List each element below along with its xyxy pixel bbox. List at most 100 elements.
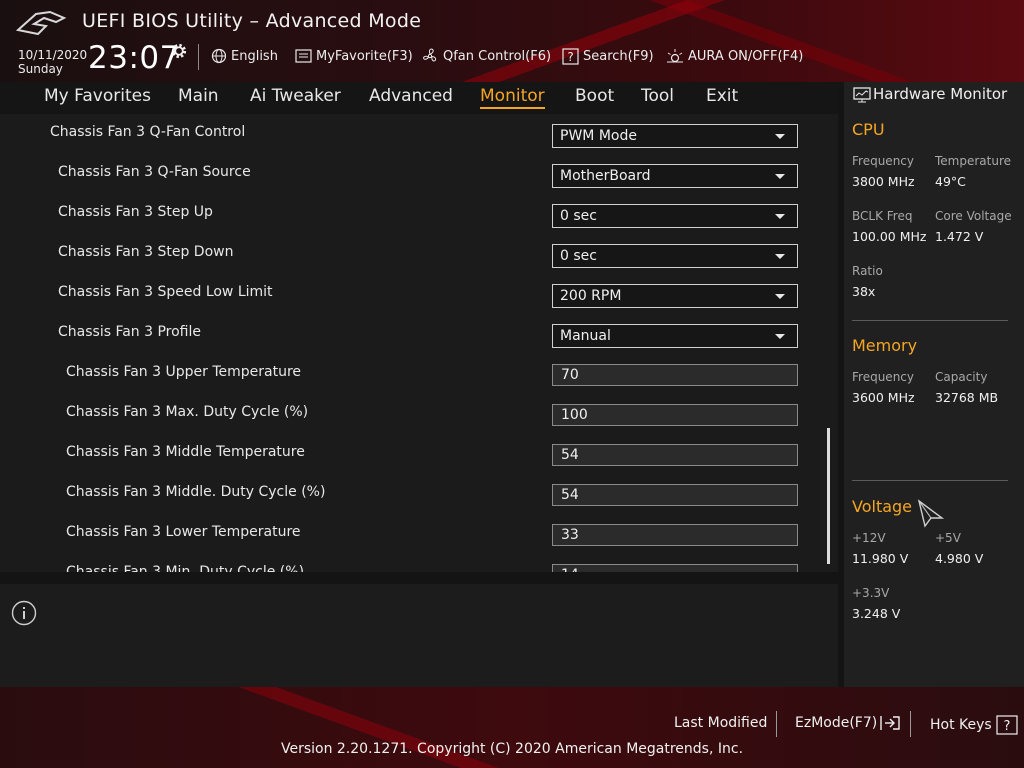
ezmode-label: EzMode(F7) bbox=[795, 715, 878, 731]
step-down-select[interactable]: 0 sec bbox=[552, 244, 798, 268]
setting-label: Chassis Fan 3 Q-Fan Source bbox=[58, 164, 251, 180]
speed-low-limit-select[interactable]: 200 RPM bbox=[552, 284, 798, 308]
select-value: Manual bbox=[560, 328, 611, 344]
select-value: PWM Mode bbox=[560, 128, 637, 144]
qfan-control-button[interactable]: Qfan Control(F6) bbox=[421, 46, 551, 66]
tab-monitor[interactable]: Monitor bbox=[480, 86, 545, 109]
v12-value: 11.980 V bbox=[852, 551, 909, 566]
cpu-frequency-value: 3800 MHz bbox=[852, 174, 915, 189]
fan-icon bbox=[423, 48, 437, 62]
hardware-monitor-panel: Hardware Monitor CPU Frequency 3800 MHz … bbox=[844, 82, 1024, 687]
mouse-cursor-icon bbox=[917, 499, 945, 528]
settings-scrollbar[interactable] bbox=[827, 428, 830, 564]
hot-keys-button[interactable]: Hot Keys ? bbox=[930, 715, 1018, 735]
middle-temperature-input[interactable]: 54 bbox=[552, 444, 798, 466]
setting-label: Chassis Fan 3 Lower Temperature bbox=[66, 524, 301, 540]
search-button[interactable]: ? Search(F9) bbox=[562, 46, 654, 66]
v5-label: +5V bbox=[935, 531, 961, 545]
tab-tool[interactable]: Tool bbox=[641, 86, 674, 106]
select-value: 0 sec bbox=[560, 208, 597, 224]
setting-row[interactable]: Chassis Fan 3 Upper Temperature 70 bbox=[0, 354, 838, 394]
setting-label: Chassis Fan 3 Speed Low Limit bbox=[58, 284, 273, 300]
max-duty-cycle-input[interactable]: 100 bbox=[552, 404, 798, 426]
bclk-freq-label: BCLK Freq bbox=[852, 209, 913, 223]
ezmode-button[interactable]: EzMode(F7) bbox=[795, 715, 901, 731]
v33-value: 3.248 V bbox=[852, 606, 901, 621]
setting-row[interactable]: Chassis Fan 3 Q-Fan Control PWM Mode bbox=[0, 114, 838, 154]
exit-arrow-icon bbox=[880, 716, 900, 730]
hw-divider bbox=[852, 320, 1008, 321]
last-modified-button[interactable]: Last Modified bbox=[674, 715, 767, 731]
cpu-heading: CPU bbox=[852, 120, 885, 139]
setting-label: Chassis Fan 3 Middle Temperature bbox=[66, 444, 305, 460]
memory-capacity-label: Capacity bbox=[935, 370, 988, 384]
setting-row[interactable]: Chassis Fan 3 Middle. Duty Cycle (%) 54 bbox=[0, 474, 838, 514]
gear-icon[interactable] bbox=[170, 42, 188, 60]
date-display: 10/11/2020 bbox=[18, 48, 88, 62]
tab-exit[interactable]: Exit bbox=[706, 86, 738, 106]
ratio-label: Ratio bbox=[852, 264, 883, 278]
hardware-monitor-title: Hardware Monitor bbox=[873, 85, 1008, 103]
myfavorite-button[interactable]: MyFavorite(F3) bbox=[295, 46, 413, 66]
cpu-frequency-label: Frequency bbox=[852, 154, 914, 168]
setting-row[interactable]: Chassis Fan 3 Lower Temperature 33 bbox=[0, 514, 838, 554]
dropdown-arrow-icon bbox=[775, 254, 785, 259]
lower-temperature-input[interactable]: 33 bbox=[552, 524, 798, 546]
qfan-control-select[interactable]: PWM Mode bbox=[552, 124, 798, 148]
tab-boot[interactable]: Boot bbox=[575, 86, 614, 106]
weekday-display: Sunday bbox=[18, 62, 63, 76]
v12-label: +12V bbox=[852, 531, 886, 545]
setting-row[interactable]: Chassis Fan 3 Speed Low Limit 200 RPM bbox=[0, 274, 838, 314]
main-menu: My Favorites Main Ai Tweaker Advanced Mo… bbox=[0, 82, 838, 112]
select-value: 200 RPM bbox=[560, 288, 622, 304]
tab-advanced[interactable]: Advanced bbox=[369, 86, 453, 106]
header-divider bbox=[198, 44, 199, 70]
setting-label: Chassis Fan 3 Max. Duty Cycle (%) bbox=[66, 404, 309, 420]
dropdown-arrow-icon bbox=[775, 214, 785, 219]
setting-label: Chassis Fan 3 Q-Fan Control bbox=[50, 124, 246, 140]
memory-frequency-label: Frequency bbox=[852, 370, 914, 384]
setting-row[interactable]: Chassis Fan 3 Step Up 0 sec bbox=[0, 194, 838, 234]
core-voltage-value: 1.472 V bbox=[935, 229, 984, 244]
profile-select[interactable]: Manual bbox=[552, 324, 798, 348]
hw-divider bbox=[852, 480, 1008, 481]
min-duty-cycle-input[interactable]: 14 bbox=[552, 564, 798, 572]
setting-label: Chassis Fan 3 Step Up bbox=[58, 204, 213, 220]
settings-panel: Chassis Fan 3 Q-Fan Control PWM Mode Cha… bbox=[0, 114, 838, 572]
qfan-source-select[interactable]: MotherBoard bbox=[552, 164, 798, 188]
setting-label: Chassis Fan 3 Profile bbox=[58, 324, 202, 340]
v33-label: +3.3V bbox=[852, 586, 890, 600]
bclk-freq-value: 100.00 MHz bbox=[852, 229, 927, 244]
tab-ai-tweaker[interactable]: Ai Tweaker bbox=[250, 86, 341, 106]
select-value: MotherBoard bbox=[560, 168, 651, 184]
favorite-icon bbox=[295, 49, 312, 63]
cpu-temperature-value: 49°C bbox=[935, 174, 966, 189]
setting-label: Chassis Fan 3 Min. Duty Cycle (%) bbox=[66, 564, 305, 572]
search-icon: ? bbox=[562, 47, 579, 65]
select-value: 0 sec bbox=[560, 248, 597, 264]
app-title: UEFI BIOS Utility – Advanced Mode bbox=[82, 10, 422, 32]
setting-label: Chassis Fan 3 Step Down bbox=[58, 244, 234, 260]
tab-my-favorites[interactable]: My Favorites bbox=[44, 86, 151, 106]
setting-row[interactable]: Chassis Fan 3 Profile Manual bbox=[0, 314, 838, 354]
middle-duty-cycle-input[interactable]: 54 bbox=[552, 484, 798, 506]
tab-main[interactable]: Main bbox=[178, 86, 219, 106]
setting-label: Chassis Fan 3 Middle. Duty Cycle (%) bbox=[66, 484, 326, 500]
setting-row[interactable]: Chassis Fan 3 Min. Duty Cycle (%) 14 bbox=[0, 554, 838, 572]
voltage-heading: Voltage bbox=[852, 497, 913, 516]
rog-logo bbox=[16, 10, 67, 36]
v5-value: 4.980 V bbox=[935, 551, 984, 566]
upper-temperature-input[interactable]: 70 bbox=[552, 364, 798, 386]
setting-row[interactable]: Chassis Fan 3 Max. Duty Cycle (%) 100 bbox=[0, 394, 838, 434]
aura-toggle-button[interactable]: AURA ON/OFF(F4) bbox=[666, 46, 803, 66]
memory-capacity-value: 32768 MB bbox=[935, 390, 999, 405]
myfavorite-label: MyFavorite(F3) bbox=[316, 48, 413, 64]
setting-row[interactable]: Chassis Fan 3 Step Down 0 sec bbox=[0, 234, 838, 274]
header-bar: UEFI BIOS Utility – Advanced Mode 10/11/… bbox=[0, 0, 1024, 82]
setting-row[interactable]: Chassis Fan 3 Q-Fan Source MotherBoard bbox=[0, 154, 838, 194]
setting-row[interactable]: Chassis Fan 3 Middle Temperature 54 bbox=[0, 434, 838, 474]
language-button[interactable]: English bbox=[211, 46, 278, 66]
ratio-value: 38x bbox=[852, 284, 876, 299]
search-label: Search(F9) bbox=[583, 48, 654, 64]
step-up-select[interactable]: 0 sec bbox=[552, 204, 798, 228]
